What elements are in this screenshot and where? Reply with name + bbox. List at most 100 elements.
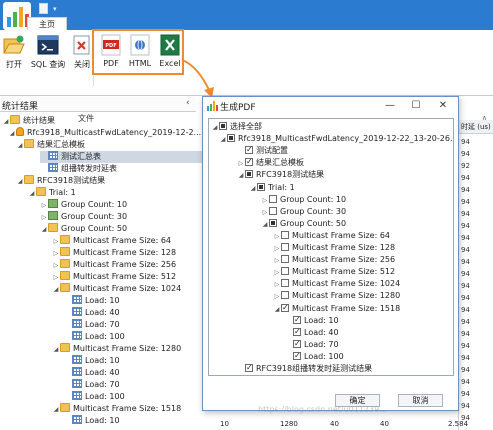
pdf-tree-node[interactable]: ▷ Multicast Frame Size: 1280 [273,290,400,302]
tree-node[interactable]: Load: 10 [64,355,120,367]
tree-node[interactable]: ▷ Multicast Frame Size: 512 [52,271,176,283]
grid-cell[interactable]: 94 [461,270,470,278]
tree-node[interactable]: Load: 10 [64,415,120,427]
collapse-arrow-icon[interactable]: ◢ [249,183,257,195]
pdf-tree-node[interactable]: ▷ Multicast Frame Size: 1024 [273,278,400,290]
checkbox[interactable] [293,314,301,326]
tree-node[interactable]: Load: 100 [64,331,125,343]
tree-node[interactable]: ◢ 结果汇总模板 [16,139,85,151]
collapse-arrow-icon[interactable]: ◢ [261,219,269,231]
pdf-tree-node[interactable]: ▷ Group Count: 30 [261,206,346,218]
checkbox[interactable] [281,302,289,314]
checkbox[interactable] [245,170,253,179]
checkbox[interactable] [227,134,235,143]
tree-node[interactable]: ▷ Multicast Frame Size: 128 [52,247,176,259]
quick-access-dropdown-icon[interactable]: ▾ [53,5,57,13]
tree-node[interactable]: Load: 70 [64,319,120,331]
grid-cell[interactable]: 1280 [280,420,298,428]
grid-cell[interactable]: 94 [461,330,470,338]
checkbox[interactable] [281,255,289,264]
checkbox[interactable] [269,194,277,203]
tree-node[interactable]: ◢ Multicast Frame Size: 1024 [52,283,181,295]
checkbox[interactable] [281,230,289,239]
grid-cell[interactable]: 40 [380,420,389,428]
grid-cell[interactable]: 94 [461,150,470,158]
tree-node[interactable]: ◢ Multicast Frame Size: 1280 [52,343,181,355]
collapse-arrow-icon[interactable]: ◢ [8,128,16,140]
grid-cell[interactable]: 10 [220,420,229,428]
collapse-arrow-icon[interactable]: ◢ [40,224,48,236]
tree-node[interactable]: ▷ Group Count: 30 [40,211,127,223]
grid-cell[interactable]: 94 [461,198,470,206]
checkbox[interactable] [281,243,289,251]
maximize-icon[interactable]: ☐ [409,99,423,113]
grid-cell[interactable]: 94 [461,234,470,242]
checkbox[interactable] [269,218,277,227]
close-icon[interactable]: ✕ [436,99,450,113]
collapse-arrow-icon[interactable]: ◢ [273,304,281,316]
checkbox[interactable] [245,144,253,156]
grid-cell[interactable]: 2.584 [448,420,468,428]
pdf-tree-node[interactable]: RFC3918组播转发时延测试结果 [237,362,372,375]
checkbox[interactable] [281,279,289,288]
tree-node[interactable]: ▷ Multicast Frame Size: 64 [52,235,171,247]
grid-cell[interactable]: 94 [461,318,470,326]
grid-cell[interactable]: 92 [461,162,470,170]
grid-cell[interactable]: 94 [461,246,470,254]
pdf-tree-node[interactable]: Load: 100 [285,350,344,363]
grid-cell[interactable]: 94 [461,210,470,218]
close-button[interactable]: 关闭 [70,34,94,76]
cancel-button[interactable]: 取消 [398,394,443,407]
grid-cell[interactable]: 94 [461,282,470,290]
pdf-tree-node[interactable]: ◢ Trial: 1 [249,182,295,194]
pdf-tree-node[interactable]: ◢ Rfc3918_MulticastFwdLatency_2019-12-22_… [219,133,453,146]
tree-node[interactable]: ◢ Rfc3918_MulticastFwdLatency_2019-12-2..… [8,127,201,139]
collapse-arrow-icon[interactable]: ◢ [219,134,227,146]
checkbox[interactable] [245,156,253,168]
pdf-tree-node[interactable]: ▷ Multicast Frame Size: 128 [273,242,395,254]
tree-node[interactable]: 组播转发时延表 [40,163,117,175]
grid-cell[interactable]: 94 [461,174,470,182]
tree-node[interactable]: ▷ Group Count: 10 [40,199,127,211]
collapse-arrow-icon[interactable]: ◢ [52,284,60,296]
quick-access-doc-icon[interactable] [39,3,48,14]
grid-cell[interactable]: 94 [461,390,470,398]
checkbox[interactable] [257,182,265,191]
grid-cell[interactable]: 94 [461,294,470,302]
tree-node[interactable]: ◢ Multicast Frame Size: 1518 [52,403,181,415]
sql-query-button[interactable]: SQL 查询 [30,34,66,76]
checkbox[interactable] [293,338,301,350]
checkbox[interactable] [219,122,227,130]
open-button[interactable]: 打开 [2,34,26,76]
tree-node[interactable]: ◢ 统计结果 [2,115,55,127]
pdf-tree-node[interactable]: ◢ Multicast Frame Size: 1518 [273,302,401,316]
checkbox[interactable] [245,362,253,374]
tree-node[interactable]: ◢ RFC3918测试结果 [16,175,105,187]
checkbox[interactable] [281,291,289,300]
grid-cell[interactable]: 94 [461,342,470,350]
checkbox[interactable] [293,326,301,338]
grid-cell[interactable]: 94 [461,366,470,374]
tree-node[interactable]: Load: 100 [64,391,125,403]
checkbox[interactable] [269,206,277,215]
tree-node[interactable]: Load: 10 [64,295,120,307]
collapse-arrow-icon[interactable]: ◢ [52,404,60,416]
pdf-tree-node[interactable]: ▷ Group Count: 10 [261,194,346,206]
dialog-title-bar[interactable]: 生成PDF — ☐ ✕ [203,97,458,115]
minimize-icon[interactable]: — [383,99,397,113]
grid-cell[interactable]: 94 [461,222,470,230]
grid-cell[interactable]: 94 [461,402,470,410]
checkbox[interactable] [293,350,301,362]
grid-cell[interactable]: 94 [461,258,470,266]
collapse-arrow-icon[interactable]: ◢ [16,140,24,152]
tree-node[interactable]: 测试汇总表 [40,151,101,163]
tree-node[interactable]: ◢ Group Count: 50 [40,223,127,235]
grid-header-latency[interactable]: 时延 (us) [459,120,493,134]
pdf-tree-node[interactable]: ◢ Group Count: 50 [261,218,346,230]
grid-cell[interactable]: 94 [461,186,470,194]
tree-node[interactable]: ◢ Trial: 1 [28,187,76,199]
collapse-arrow-icon[interactable]: ◢ [52,344,60,356]
pdf-tree-node[interactable]: 测试配置 [237,144,288,157]
pdf-tree-node[interactable]: ◢ 选择全部 [211,121,262,133]
grid-cell[interactable]: 94 [461,378,470,386]
